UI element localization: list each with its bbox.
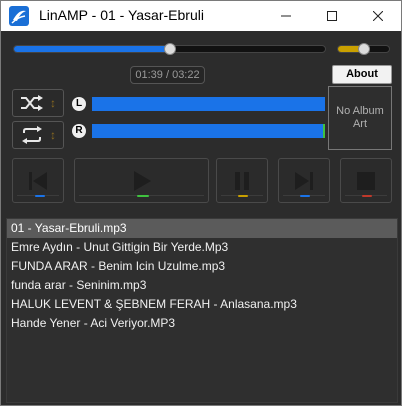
- player-area: 01:39 / 03:22 About ↕ ↕ L R No Album Art…: [1, 31, 401, 405]
- title-bar[interactable]: LinAMP - 01 - Yasar-Ebruli: [1, 1, 401, 31]
- stop-button[interactable]: [340, 158, 392, 203]
- maximize-button[interactable]: [309, 1, 355, 31]
- playlist[interactable]: 01 - Yasar-Ebruli.mp3 Emre Aydın - Unut …: [6, 218, 398, 403]
- linamp-logo-icon: [9, 6, 29, 26]
- play-icon: [133, 170, 151, 191]
- shuffle-dropdown-icon: ↕: [50, 96, 56, 110]
- right-channel-meter: [92, 124, 325, 138]
- next-button[interactable]: [278, 158, 330, 203]
- right-peak-indicator: [323, 124, 325, 138]
- pause-button[interactable]: [216, 158, 268, 203]
- shuffle-icon: [21, 95, 43, 111]
- skip-back-icon: [29, 171, 47, 190]
- seek-handle[interactable]: [164, 43, 176, 55]
- seek-slider[interactable]: [13, 43, 326, 55]
- left-channel-meter: [92, 97, 325, 111]
- left-level-fill: [92, 97, 325, 111]
- window-title: LinAMP - 01 - Yasar-Ebruli: [39, 7, 204, 23]
- minimize-icon: [281, 15, 291, 17]
- album-art-text: No Album Art: [336, 105, 384, 130]
- close-icon: [373, 11, 383, 21]
- next-indicator: [300, 195, 310, 197]
- playlist-item[interactable]: HALUK LEVENT & ŞEBNEM FERAH - Anlasana.m…: [7, 295, 397, 314]
- minimize-button[interactable]: [263, 1, 309, 31]
- play-button[interactable]: [74, 158, 209, 203]
- stop-icon: [357, 171, 375, 190]
- repeat-dropdown-icon: ↕: [50, 128, 56, 142]
- seek-progress: [14, 46, 170, 52]
- stop-indicator: [362, 195, 372, 197]
- right-channel-label: R: [72, 124, 86, 138]
- shuffle-button[interactable]: ↕: [12, 89, 64, 117]
- repeat-icon: [22, 126, 42, 144]
- volume-slider[interactable]: [337, 43, 390, 55]
- playlist-item[interactable]: 01 - Yasar-Ebruli.mp3: [7, 219, 397, 238]
- right-level-fill: [92, 124, 323, 138]
- play-indicator: [137, 195, 149, 197]
- playlist-item[interactable]: FUNDA ARAR - Benim Icin Uzulme.mp3: [7, 257, 397, 276]
- album-art-placeholder: No Album Art: [328, 86, 392, 150]
- playlist-item[interactable]: funda arar - Seninim.mp3: [7, 276, 397, 295]
- previous-indicator: [35, 195, 45, 197]
- pause-indicator: [238, 195, 248, 197]
- left-channel-label: L: [72, 97, 86, 111]
- maximize-icon: [327, 11, 337, 21]
- about-button[interactable]: About: [332, 65, 392, 84]
- close-button[interactable]: [355, 1, 401, 31]
- pause-icon: [235, 171, 249, 190]
- previous-button[interactable]: [12, 158, 64, 203]
- time-display: 01:39 / 03:22: [130, 66, 205, 84]
- playlist-item[interactable]: Hande Yener - Aci Veriyor.MP3: [7, 314, 397, 333]
- skip-forward-icon: [295, 171, 313, 190]
- app-window: LinAMP - 01 - Yasar-Ebruli 01:39 / 03:22…: [0, 0, 402, 406]
- volume-handle[interactable]: [358, 43, 370, 55]
- repeat-button[interactable]: ↕: [12, 121, 64, 149]
- playlist-item[interactable]: Emre Aydın - Unut Gittigin Bir Yerde.Mp3: [7, 238, 397, 257]
